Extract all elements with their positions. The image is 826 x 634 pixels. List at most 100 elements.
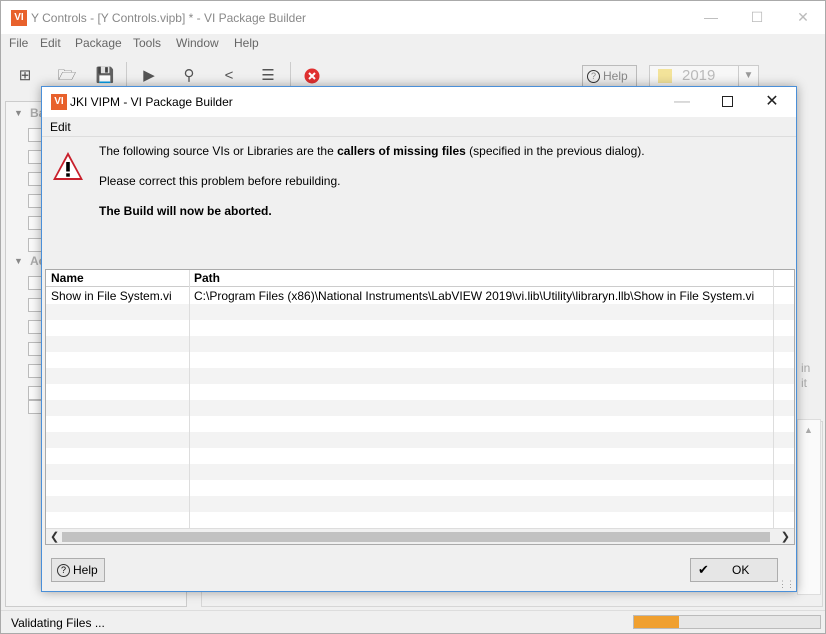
checkmark-icon: ✔ xyxy=(698,562,709,577)
minimize-icon[interactable]: — xyxy=(699,7,723,27)
menu-window[interactable]: Window xyxy=(176,36,219,50)
collapse-triangle-icon[interactable]: ▼ xyxy=(14,256,23,266)
table-body: Show in File System.vi C:\Program Files (… xyxy=(46,288,794,528)
menu-package[interactable]: Package xyxy=(75,36,122,50)
message-line-2: Please correct this problem before rebui… xyxy=(99,174,341,188)
menu-help[interactable]: Help xyxy=(234,36,259,50)
main-menubar: File Edit Package Tools Window Help xyxy=(1,34,825,54)
labview-version-select[interactable]: 2019 ▼ xyxy=(649,65,759,87)
toolbar-help-button[interactable]: ? Help xyxy=(582,65,637,87)
status-bar: Validating Files ... xyxy=(1,610,825,634)
menu-file[interactable]: File xyxy=(9,36,28,50)
help-icon: ? xyxy=(57,564,70,578)
table-header: Name Path xyxy=(46,270,794,287)
item-icon[interactable] xyxy=(28,150,42,164)
column-header-name[interactable]: Name xyxy=(51,271,84,285)
message-line-3: The Build will now be aborted. xyxy=(99,204,272,218)
item-icon[interactable] xyxy=(28,342,42,356)
dialog-menubar: Edit xyxy=(42,117,796,137)
list-icon[interactable]: ☰ xyxy=(256,64,280,88)
toolbar-help-label: Help xyxy=(603,69,628,83)
item-icon[interactable] xyxy=(28,386,42,400)
dialog-title: JKI VIPM - VI Package Builder xyxy=(70,95,233,109)
table-row[interactable] xyxy=(46,464,794,480)
cell-name: Show in File System.vi xyxy=(51,289,172,303)
minimize-icon[interactable]: — xyxy=(667,91,697,113)
progress-bar xyxy=(633,615,821,629)
chevron-right-icon[interactable]: ❯ xyxy=(781,530,790,543)
help-icon: ? xyxy=(587,70,600,84)
menu-edit[interactable]: Edit xyxy=(40,36,61,50)
search-icon[interactable]: ⚲ xyxy=(177,64,201,88)
cell-path: C:\Program Files (x86)\National Instrume… xyxy=(194,289,755,303)
menu-tools[interactable]: Tools xyxy=(133,36,161,50)
maximize-icon[interactable]: ☐ xyxy=(745,7,769,27)
help-button[interactable]: ? Help xyxy=(51,558,105,582)
error-dialog: VI JKI VIPM - VI Package Builder — ✕ Edi… xyxy=(41,86,797,592)
share-icon[interactable]: < xyxy=(217,64,241,88)
labview-version-value: 2019 xyxy=(682,67,716,84)
chevron-left-icon[interactable]: ❮ xyxy=(50,530,59,543)
item-icon[interactable] xyxy=(28,364,42,378)
table-row[interactable] xyxy=(46,336,794,352)
scrollbar-thumb[interactable] xyxy=(62,532,770,542)
ok-button-label: OK xyxy=(732,563,750,577)
table-row[interactable] xyxy=(46,448,794,464)
add-icon[interactable]: ⊞ xyxy=(13,64,37,88)
background-text: in xyxy=(801,361,811,375)
missing-callers-table[interactable]: Name Path Show in File System.vi C:\Progr… xyxy=(45,269,795,545)
stop-icon[interactable] xyxy=(300,64,324,88)
resize-grip-icon[interactable]: ⋮⋮ xyxy=(778,579,795,590)
main-title-bar: VI Y Controls - [Y Controls.vipb] * - VI… xyxy=(1,1,825,34)
run-icon[interactable]: ▶ xyxy=(137,64,161,88)
ok-button[interactable]: ✔ OK xyxy=(690,558,778,582)
horizontal-scrollbar[interactable]: ❮ ❯ xyxy=(46,528,794,544)
table-row[interactable] xyxy=(46,496,794,512)
item-icon[interactable] xyxy=(28,298,42,312)
column-header-path[interactable]: Path xyxy=(194,271,220,285)
open-folder-icon[interactable]: 🗁 xyxy=(55,64,79,88)
table-row[interactable]: Show in File System.vi C:\Program Files (… xyxy=(46,288,794,304)
close-icon[interactable]: ✕ xyxy=(757,91,787,113)
table-row[interactable] xyxy=(46,432,794,448)
menu-edit[interactable]: Edit xyxy=(50,120,71,134)
table-row[interactable] xyxy=(46,352,794,368)
help-button-label: Help xyxy=(73,563,98,577)
item-icon[interactable] xyxy=(28,238,42,252)
item-icon[interactable] xyxy=(28,128,42,142)
background-scroll-panel[interactable] xyxy=(797,419,821,595)
dialog-title-bar: VI JKI VIPM - VI Package Builder — ✕ xyxy=(42,87,796,117)
save-icon[interactable]: 💾 xyxy=(93,64,117,88)
item-icon[interactable] xyxy=(28,320,42,334)
table-row[interactable] xyxy=(46,320,794,336)
table-row[interactable] xyxy=(46,368,794,384)
vi-logo-icon: VI xyxy=(51,94,67,110)
warning-icon xyxy=(53,152,83,180)
maximize-icon[interactable] xyxy=(712,91,742,113)
main-window-title: Y Controls - [Y Controls.vipb] * - VI Pa… xyxy=(31,11,307,25)
chevron-down-icon: ▼ xyxy=(738,66,758,86)
item-icon[interactable] xyxy=(28,172,42,186)
column-divider xyxy=(189,270,190,528)
vi-logo-icon: VI xyxy=(11,10,27,26)
table-row[interactable] xyxy=(46,512,794,528)
item-icon[interactable] xyxy=(28,216,42,230)
table-row[interactable] xyxy=(46,304,794,320)
chevron-up-icon[interactable]: ▲ xyxy=(804,425,813,435)
table-row[interactable] xyxy=(46,416,794,432)
labview-icon xyxy=(658,69,672,83)
table-row[interactable] xyxy=(46,480,794,496)
table-row[interactable] xyxy=(46,400,794,416)
message-line-1: The following source VIs or Libraries ar… xyxy=(99,144,645,158)
status-text: Validating Files ... xyxy=(11,616,105,630)
background-text: it xyxy=(801,376,807,390)
progress-fill xyxy=(634,616,679,628)
close-icon[interactable]: ✕ xyxy=(791,7,815,27)
item-icon[interactable] xyxy=(28,194,42,208)
column-divider xyxy=(773,270,774,528)
item-icon[interactable] xyxy=(28,400,42,414)
message-area: The following source VIs or Libraries ar… xyxy=(42,138,796,268)
collapse-triangle-icon[interactable]: ▼ xyxy=(14,108,23,118)
table-row[interactable] xyxy=(46,384,794,400)
item-icon[interactable] xyxy=(28,276,42,290)
